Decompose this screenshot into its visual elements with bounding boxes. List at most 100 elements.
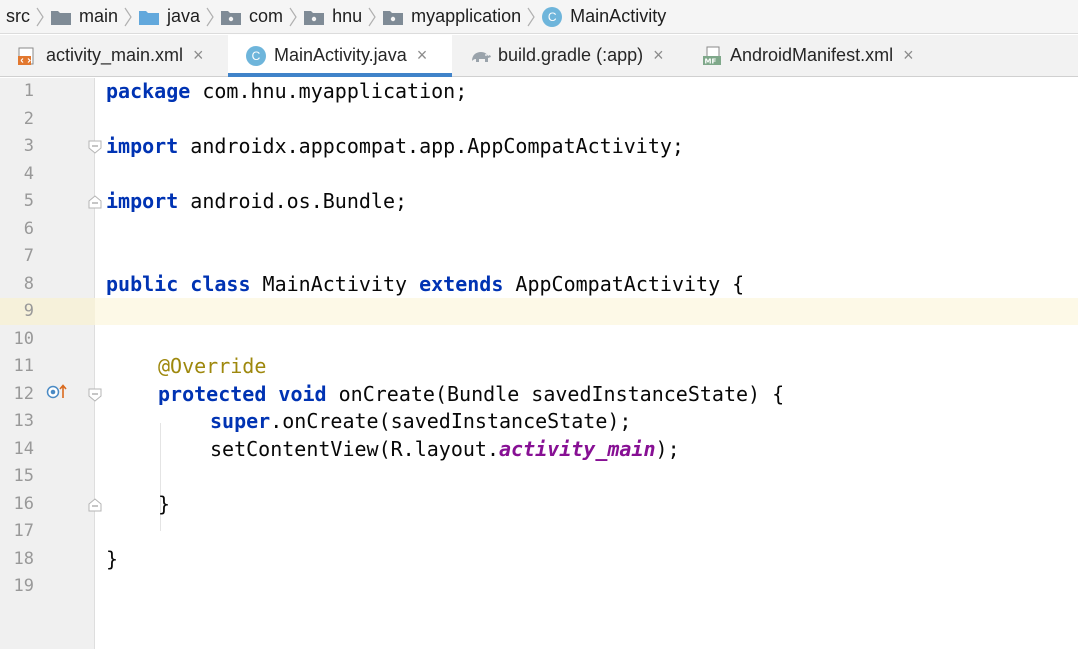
- code-text: package com.hnu.myapplication;: [106, 78, 467, 106]
- code-line[interactable]: 13 super.onCreate(savedInstanceState);: [0, 408, 1078, 436]
- fold-start-icon[interactable]: [88, 140, 102, 154]
- code-line[interactable]: 17: [0, 518, 1078, 546]
- code-text: super.onCreate(savedInstanceState);: [210, 408, 631, 436]
- code-editor[interactable]: 1 package com.hnu.myapplication; 2 3 imp…: [0, 78, 1078, 649]
- close-icon[interactable]: ×: [417, 45, 428, 66]
- code-line[interactable]: 10: [0, 326, 1078, 354]
- package-icon: [383, 9, 404, 25]
- code-text: setContentView(R.layout.activity_main);: [210, 436, 680, 464]
- tab-label: build.gradle (:app): [498, 45, 644, 65]
- code-line[interactable]: 3 import androidx.appcompat.app.AppCompa…: [0, 133, 1078, 161]
- chevron-right-icon: [289, 7, 297, 26]
- tab-build-gradle[interactable]: build.gradle (:app) ×: [452, 35, 684, 76]
- close-icon[interactable]: ×: [653, 45, 664, 66]
- close-icon[interactable]: ×: [903, 45, 914, 66]
- tab-label: MainActivity.java: [274, 45, 407, 65]
- code-line[interactable]: 2: [0, 106, 1078, 134]
- code-line[interactable]: 4: [0, 161, 1078, 189]
- code-token: .onCreate(savedInstanceState);: [270, 409, 632, 433]
- source-folder-icon: [139, 9, 160, 25]
- tab-activity-main-xml[interactable]: activity_main.xml ×: [0, 35, 228, 76]
- chevron-right-icon: [527, 7, 535, 26]
- line-number: 2: [23, 108, 34, 129]
- code-token: }: [158, 491, 171, 516]
- keyword: void: [278, 381, 327, 406]
- breadcrumb-item-com[interactable]: com: [221, 0, 283, 34]
- package-icon: [221, 9, 242, 25]
- code-text: import android.os.Bundle;: [106, 188, 407, 216]
- code-line[interactable]: 16 }: [0, 491, 1078, 519]
- line-number: 18: [13, 548, 34, 569]
- gradle-icon: [470, 46, 491, 66]
- static-field: activity_main: [498, 436, 656, 461]
- keyword: import: [106, 189, 179, 213]
- keyword: public: [106, 271, 179, 296]
- code-token: androidx.appcompat.app.AppCompatActivity…: [178, 134, 684, 158]
- code-line[interactable]: 19: [0, 573, 1078, 601]
- code-line[interactable]: 8 public class MainActivity extends AppC…: [0, 271, 1078, 299]
- code-token: }: [106, 546, 119, 571]
- line-number: 4: [23, 163, 34, 184]
- xml-layout-icon: [18, 46, 38, 66]
- fold-end-icon[interactable]: [88, 195, 102, 209]
- code-text: }: [106, 546, 118, 574]
- breadcrumb-item-java[interactable]: java: [139, 0, 200, 34]
- tab-label: activity_main.xml: [46, 45, 184, 65]
- chevron-right-icon: [36, 7, 44, 26]
- code-text: }: [158, 491, 170, 519]
- code-token: onCreate(Bundle savedInstanceState) {: [326, 381, 785, 406]
- code-token: setContentView(R.layout.: [210, 436, 499, 461]
- chevron-right-icon: [124, 7, 132, 26]
- line-number: 14: [13, 438, 34, 459]
- line-number: 6: [23, 218, 34, 239]
- code-line-current[interactable]: 9: [0, 298, 1078, 326]
- line-number: 16: [13, 493, 34, 514]
- close-icon[interactable]: ×: [193, 45, 204, 66]
- override-method-icon[interactable]: [46, 382, 68, 402]
- class-icon: C: [246, 45, 266, 66]
- breadcrumb-item-src[interactable]: src: [6, 0, 30, 34]
- line-number: 5: [23, 191, 34, 211]
- line-number: 3: [23, 136, 34, 156]
- keyword: extends: [419, 271, 504, 296]
- line-number: 19: [13, 576, 34, 596]
- keyword: package: [106, 79, 191, 103]
- code-line[interactable]: 12 protected void onCreate(Bundle savedI…: [0, 381, 1078, 409]
- keyword: class: [190, 271, 251, 296]
- breadcrumb-item-main[interactable]: main: [51, 0, 118, 34]
- code-text: @Override: [158, 353, 266, 381]
- code-token: AppCompatActivity {: [503, 271, 745, 296]
- breadcrumb-item-mainactivity[interactable]: C MainActivity: [542, 0, 666, 34]
- code-line[interactable]: 1 package com.hnu.myapplication;: [0, 78, 1078, 106]
- line-number: 13: [13, 411, 34, 431]
- code-text: public class MainActivity extends AppCom…: [106, 271, 744, 299]
- code-text: import androidx.appcompat.app.AppCompatA…: [106, 133, 684, 161]
- line-number: 10: [13, 328, 34, 349]
- code-line[interactable]: 18 }: [0, 546, 1078, 574]
- breadcrumb-item-hnu[interactable]: hnu: [304, 0, 362, 34]
- code-token: );: [655, 436, 680, 461]
- code-line[interactable]: 7: [0, 243, 1078, 271]
- breadcrumb-item-myapplication[interactable]: myapplication: [383, 0, 521, 34]
- fold-end-icon[interactable]: [88, 498, 102, 512]
- line-number: 17: [13, 521, 34, 541]
- fold-start-icon[interactable]: [88, 388, 102, 402]
- code-line[interactable]: 5 import android.os.Bundle;: [0, 188, 1078, 216]
- line-number: 7: [23, 246, 34, 266]
- code-token: com.hnu.myapplication;: [190, 79, 468, 103]
- tab-mainactivity-java[interactable]: C MainActivity.java ×: [228, 35, 452, 77]
- code-line[interactable]: 14 setContentView(R.layout.activity_main…: [0, 436, 1078, 464]
- folder-icon: [51, 9, 71, 25]
- code-line[interactable]: 6: [0, 216, 1078, 244]
- annotation: @Override: [158, 354, 267, 378]
- line-number: 15: [13, 466, 34, 486]
- tab-androidmanifest-xml[interactable]: MF AndroidManifest.xml ×: [684, 35, 942, 76]
- line-number: 1: [23, 81, 34, 101]
- code-line[interactable]: 15: [0, 463, 1078, 491]
- code-text: protected void onCreate(Bundle savedInst…: [158, 381, 784, 409]
- code-line[interactable]: 11 @Override: [0, 353, 1078, 381]
- class-icon: C: [542, 6, 563, 27]
- line-number: 8: [23, 273, 34, 294]
- line-number: 9: [23, 301, 34, 321]
- code-token: MainActivity: [250, 271, 420, 296]
